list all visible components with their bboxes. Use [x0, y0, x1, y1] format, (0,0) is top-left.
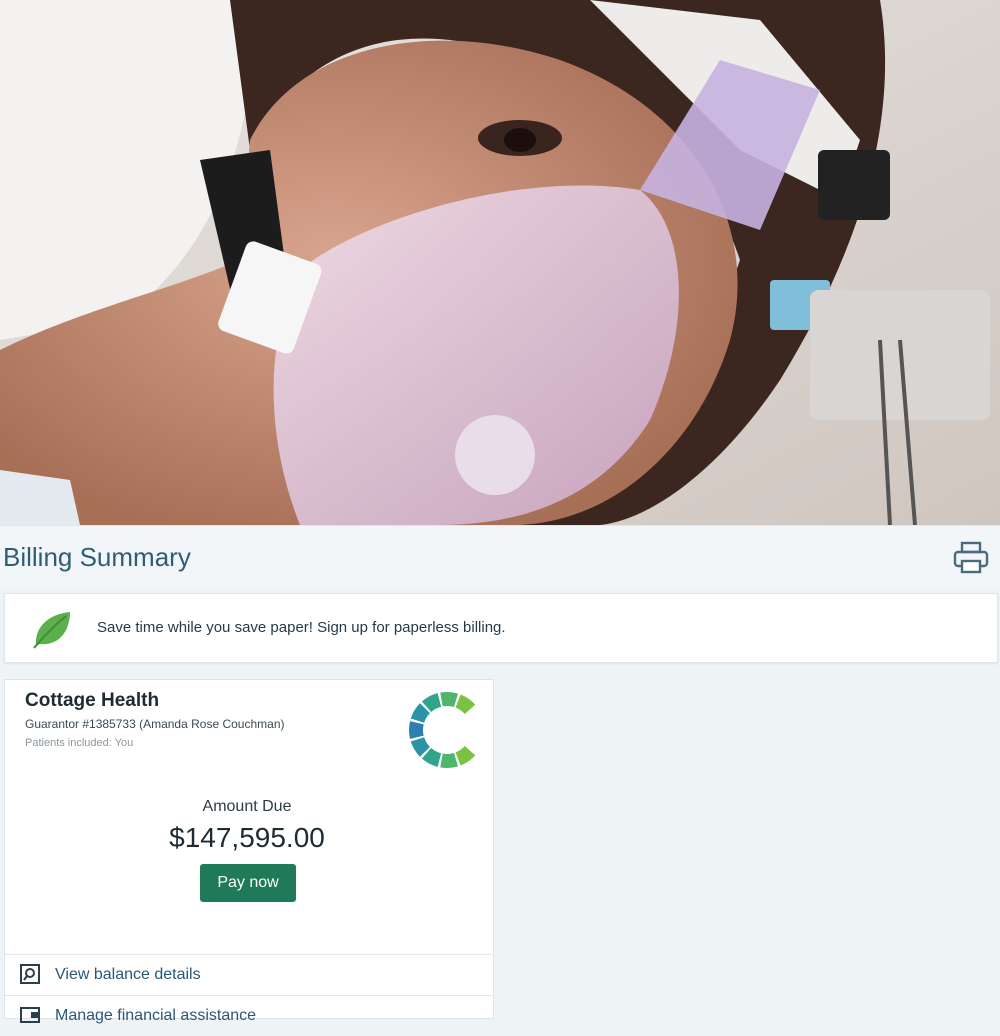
view-balance-details-label: View balance details [55, 966, 201, 983]
account-card: Cottage Health Guarantor #1385733 (Amand… [4, 679, 494, 1024]
page-title: Billing Summary [3, 542, 191, 572]
organization-name: Cottage Health [25, 690, 160, 711]
cottage-health-logo [405, 688, 489, 772]
pay-now-button[interactable]: Pay now [200, 864, 296, 902]
amount-due-value: $147,595.00 [169, 822, 325, 853]
manage-financial-assistance-link[interactable]: Manage financial assistance [5, 996, 493, 1036]
printer-icon[interactable] [952, 540, 990, 576]
leaf-icon [30, 608, 74, 650]
guarantor-info: Guarantor #1385733 (Amanda Rose Couchman… [25, 717, 285, 731]
amount-due-label: Amount Due [202, 798, 292, 815]
manage-financial-assistance-label: Manage financial assistance [55, 1007, 257, 1024]
view-balance-details-link[interactable]: View balance details [5, 955, 493, 995]
logo-segment [440, 752, 459, 768]
billing-summary: Billing Summary Save time while you save… [0, 525, 1000, 1024]
logo-segment [455, 694, 476, 714]
logo-segment [409, 721, 424, 739]
search-document-icon [19, 963, 41, 985]
billing-header: Billing Summary [0, 525, 1000, 588]
paperless-banner-text: Save time while you save paper! Sign up … [97, 619, 506, 636]
paperless-banner[interactable]: Save time while you save paper! Sign up … [4, 593, 998, 663]
wallet-icon [19, 1004, 41, 1026]
logo-segment [455, 746, 476, 766]
patients-included: Patients included: You [25, 737, 134, 749]
logo-segment [440, 692, 459, 708]
patient-photo [0, 0, 1000, 525]
